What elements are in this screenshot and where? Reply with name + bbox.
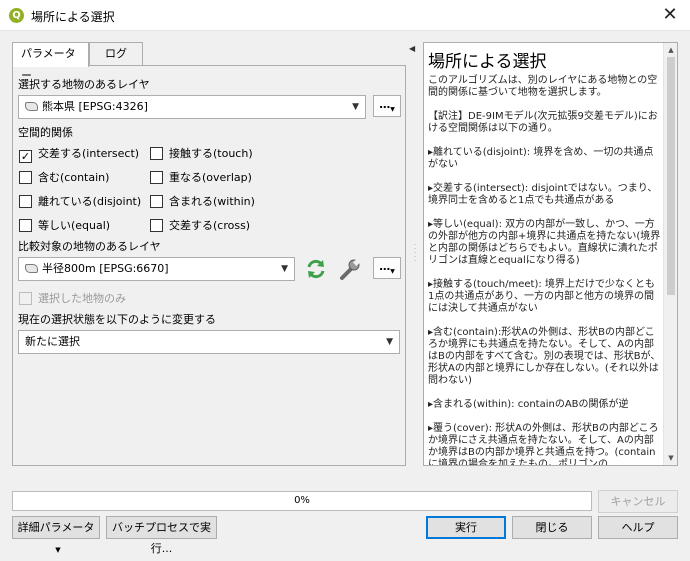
splitter-handle[interactable]: · · · · · — [414, 242, 416, 265]
refresh-arrows-icon — [307, 259, 325, 279]
chevron-down-icon: ▼ — [281, 264, 288, 274]
wrench-icon — [340, 258, 361, 280]
help-paragraph: ▸含まれる(within): containのABの関係が逆 — [428, 399, 629, 410]
scroll-down-arrow-icon[interactable]: ▼ — [664, 451, 677, 465]
selection-method-combo[interactable]: 新たに選択 ▼ — [18, 330, 400, 354]
polygon-layer-icon — [25, 102, 38, 111]
help-paragraph: ▸等しい(equal): 双方の内部が一致し、かつ、一方の外部が他方の内部+境界… — [428, 219, 661, 266]
title-bar: Q 場所による選択 ✕ — [0, 0, 690, 31]
scroll-up-arrow-icon[interactable]: ▲ — [664, 43, 677, 57]
help-paragraph: このアルゴリズムは、別のレイヤにある地物との空間的関係に基づいて地物を選択します… — [428, 75, 658, 98]
predicate-touch-checkbox[interactable]: 接触する(touch) — [150, 145, 253, 161]
run-as-batch-button[interactable]: バッチプロセスで実行... — [106, 516, 217, 555]
window-title: 場所による選択 — [31, 10, 115, 24]
source-layer-label: 選択する地物のあるレイヤ — [18, 78, 150, 91]
help-panel: 場所による選択 このアルゴリズムは、別のレイヤにある地物との空間的関係に基づいて… — [423, 42, 678, 466]
close-window-button[interactable]: ✕ — [658, 4, 682, 26]
chevron-down-icon: ▼ — [386, 337, 393, 347]
source-layer-value: 熊本県 [EPSG:4326] — [42, 100, 148, 113]
help-paragraph: 【訳注】DE-9IMモデル(次元拡張9交差モデル)における空間関係は以下の通り。 — [428, 111, 658, 134]
checkmark-icon: ✓ — [19, 150, 32, 163]
predicate-equal-checkbox[interactable]: 等しい(equal) — [19, 217, 110, 233]
run-button[interactable]: 実行 — [426, 516, 506, 539]
help-scrollbar[interactable]: ▲ ▼ — [663, 43, 677, 465]
predicate-within-checkbox[interactable]: 含まれる(within) — [150, 193, 255, 209]
advanced-options-button[interactable] — [337, 257, 363, 281]
help-paragraph: ▸含む(contain):形状Aの外側は、形状Bの内部どころか境界にも共通点を持… — [428, 327, 661, 386]
chevron-down-icon: ▼ — [390, 106, 395, 113]
tab-log[interactable]: ログ — [89, 42, 143, 66]
progress-text: 0% — [294, 495, 310, 506]
predicate-intersect-checkbox[interactable]: ✓ 交差する(intersect) — [19, 145, 139, 163]
compare-layer-label: 比較対象の地物のあるレイヤ — [18, 240, 161, 253]
predicate-label: 空間的関係 — [18, 126, 73, 139]
predicate-disjoint-checkbox[interactable]: 離れている(disjoint) — [19, 193, 141, 209]
compare-layer-options-button[interactable]: …▼ — [373, 257, 401, 279]
close-button[interactable]: 閉じる — [512, 516, 592, 539]
source-layer-options-button[interactable]: …▼ — [373, 95, 401, 117]
cancel-button[interactable]: キャンセル — [598, 490, 678, 513]
help-paragraph: ▸接触する(touch/meet): 境界上だけで少なくとも1点の共通点があり、… — [428, 279, 655, 314]
predicate-overlap-checkbox[interactable]: 重なる(overlap) — [150, 169, 252, 185]
help-body: このアルゴリズムは、別のレイヤにある地物との空間的関係に基づいて地物を選択します… — [428, 75, 661, 466]
polygon-layer-icon — [25, 264, 38, 273]
progress-bar: 0% — [12, 491, 592, 511]
parameters-panel: 選択する地物のあるレイヤ 熊本県 [EPSG:4326] ▼ …▼ 空間的関係 … — [12, 65, 406, 466]
scrollbar-thumb[interactable] — [667, 57, 675, 295]
help-button[interactable]: ヘルプ — [598, 516, 678, 539]
compare-layer-value: 半径800m [EPSG:6670] — [42, 262, 169, 275]
help-paragraph: ▸交差する(intersect): disjointではない。つまり、境界同士を… — [428, 183, 658, 206]
chevron-down-icon: ▼ — [390, 268, 395, 275]
tab-parameters[interactable]: パラメーター — [12, 42, 89, 82]
compare-layer-combo[interactable]: 半径800m [EPSG:6670] ▼ — [18, 257, 295, 281]
chevron-down-icon: ▼ — [352, 102, 359, 112]
iterate-over-features-button[interactable] — [303, 257, 329, 281]
collapse-help-arrow-icon[interactable]: ◀ — [409, 44, 415, 53]
help-paragraph: ▸離れている(disjoint): 境界を含め、一切の共通点がない — [428, 147, 654, 170]
selection-method-value: 新たに選択 — [25, 335, 80, 348]
chevron-down-icon: ▼ — [55, 546, 61, 554]
help-title: 場所による選択 — [428, 52, 547, 72]
predicate-cross-checkbox[interactable]: 交差する(cross) — [150, 217, 250, 233]
selected-features-only-checkbox[interactable]: 選択した地物のみ — [19, 290, 126, 306]
selection-method-label: 現在の選択状態を以下のように変更する — [18, 313, 216, 326]
help-paragraph: ▸覆う(cover): 形状Aの外側は、形状Bの内部どころか境界にさえ共通点を持… — [428, 423, 659, 466]
advanced-parameters-button[interactable]: 詳細パラメータ▼ — [12, 516, 100, 554]
source-layer-combo[interactable]: 熊本県 [EPSG:4326] ▼ — [18, 95, 366, 119]
predicate-contain-checkbox[interactable]: 含む(contain) — [19, 169, 109, 185]
qgis-logo-icon: Q — [9, 8, 24, 23]
